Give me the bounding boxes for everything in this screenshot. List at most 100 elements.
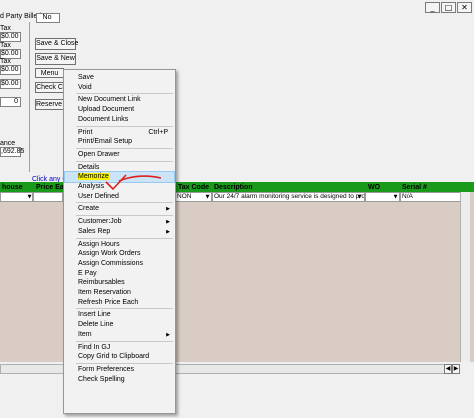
menu-item-label: Print — [78, 128, 93, 136]
window-controls: _ □ ✕ — [425, 2, 472, 13]
menu-item-label: Details — [78, 163, 100, 171]
scroll-right-icon[interactable]: ▶ — [452, 364, 460, 374]
dropdown-arrow-icon[interactable]: ▼ — [26, 193, 33, 201]
menu-item-item[interactable]: Item ▶ — [65, 330, 174, 340]
menu-separator — [76, 237, 173, 239]
tax-label: Tax — [0, 25, 11, 32]
title-bar — [0, 0, 474, 22]
menu-item-label: E Pay — [78, 269, 97, 277]
menu-item-e-pay[interactable]: E Pay — [65, 269, 174, 279]
column-header-wo[interactable]: WO — [366, 183, 380, 192]
menu-item-label: Check Spelling — [78, 375, 125, 383]
menu-item-delete-line[interactable]: Delete Line — [65, 320, 174, 330]
menu-separator — [76, 362, 173, 364]
column-header-tax-code[interactable]: Tax Code — [176, 183, 209, 192]
reserve-button[interactable]: Reserve I — [35, 99, 66, 110]
menu-item-label: Analysis — [78, 183, 105, 190]
save-close-button[interactable]: Save & Close — [35, 38, 78, 50]
tax-value: $0.00 — [0, 65, 21, 75]
dropdown-arrow-icon[interactable]: ▼ — [356, 193, 363, 201]
menu-item-label: New Document Link — [78, 96, 141, 104]
dropdown-arrow-icon[interactable]: ▼ — [392, 193, 399, 201]
column-header-serial[interactable]: Serial # — [400, 183, 427, 192]
menu-item-label: Assign Hours — [78, 240, 120, 248]
maximize-icon[interactable]: □ — [441, 2, 456, 13]
menu-item-label: Item — [78, 330, 92, 338]
menu-item-label: Print/Email Setup — [78, 138, 133, 146]
tax-value: $0.00 — [0, 32, 21, 42]
scroll-left-icon[interactable]: ◀ — [444, 364, 452, 374]
menu-item-void[interactable]: Void — [65, 83, 174, 93]
menu-item-label: Refresh Price Each — [78, 298, 139, 306]
menu-item-label: Sales Rep — [78, 227, 111, 235]
menu-item-new-document-link[interactable]: New Document Link — [65, 95, 174, 105]
dropdown-arrow-icon[interactable]: ▼ — [204, 193, 211, 201]
menu-separator — [76, 308, 173, 310]
close-icon[interactable]: ✕ — [457, 2, 472, 13]
menu-item-open-drawer[interactable]: Open Drawer — [65, 150, 174, 160]
menu-item-print[interactable]: Print Ctrl+P — [65, 128, 174, 138]
divider — [29, 22, 30, 172]
context-menu: Save Void New Document Link Upload Document… — [63, 69, 176, 414]
menu-separator — [76, 93, 173, 95]
menu-item-check-spelling[interactable]: Check Spelling — [65, 375, 174, 385]
menu-item-form-preferences[interactable]: Form Preferences — [65, 365, 174, 375]
menu-item-print-email-setup[interactable]: Print/Email Setup — [65, 137, 174, 147]
check-button[interactable]: Check C — [35, 82, 64, 93]
serial-cell[interactable]: N/A — [400, 192, 469, 202]
balance-label: ance — [0, 140, 16, 147]
balance-value: ,692.85 — [0, 147, 25, 157]
menu-separator — [76, 125, 173, 127]
annotation-checkmark — [105, 174, 162, 191]
minimize-icon[interactable]: _ — [425, 2, 440, 13]
menu-separator — [76, 160, 173, 162]
menu-item-user-defined[interactable]: User Defined — [65, 192, 174, 202]
total-value: $0.00 — [0, 79, 21, 89]
menu-item-label: Document Links — [78, 115, 129, 123]
menu-item-document-links[interactable]: Document Links — [65, 115, 174, 125]
menu-item-save[interactable]: Save — [65, 73, 174, 83]
menu-item-label: Open Drawer — [78, 150, 120, 158]
menu-item-label: Create — [78, 205, 100, 213]
menu-item-upload-document[interactable]: Upload Document — [65, 105, 174, 115]
misc-value: 0 — [0, 97, 21, 107]
menu-separator — [76, 147, 173, 149]
menu-item-label: Delete Line — [78, 321, 114, 329]
description-cell[interactable]: Our 24/7 alarm monitoring service is des… — [212, 192, 365, 202]
menu-item-label: Save — [78, 74, 94, 81]
menu-item-label: Upload Document — [78, 106, 135, 114]
menu-item-label: Reimbursables — [78, 279, 125, 287]
menu-item-create[interactable]: Create ▶ — [65, 204, 174, 214]
menu-item-label: Assign Work Orders — [78, 250, 141, 258]
menu-item-label: Void — [78, 83, 92, 91]
menu-item-label: User Defined — [78, 192, 119, 200]
menu-item-label: Copy Grid to Clipboard — [78, 353, 150, 361]
menu-item-assign-commissions[interactable]: Assign Commissions — [65, 259, 174, 269]
menu-item-find-in-gj[interactable]: Find In GJ — [65, 343, 174, 353]
menu-item-refresh-price-each[interactable]: Refresh Price Each — [65, 298, 174, 308]
vertical-scrollbar[interactable] — [460, 192, 470, 362]
menu-item-label: Customer:Job — [78, 218, 122, 226]
menu-item-label: Form Preferences — [78, 365, 135, 373]
submenu-arrow-icon: ▶ — [166, 219, 170, 226]
column-header-house[interactable]: house — [0, 183, 23, 192]
menu-item-insert-line[interactable]: Insert Line — [65, 310, 174, 320]
menu-item-item-reservation[interactable]: Item Reservation — [65, 288, 174, 298]
menu-item-assign-work-orders[interactable]: Assign Work Orders — [65, 249, 174, 259]
tax-label: Tax — [0, 58, 11, 65]
grid-cell[interactable] — [33, 192, 63, 202]
menu-item-shortcut: Ctrl+P — [148, 128, 168, 136]
menu-separator — [76, 340, 173, 342]
menu-item-reimbursables[interactable]: Reimbursables — [65, 278, 174, 288]
menu-item-label: Item Reservation — [78, 289, 131, 296]
save-new-button[interactable]: Save & New — [35, 53, 76, 65]
menu-item-copy-grid-to-clipboard[interactable]: Copy Grid to Clipboard — [65, 352, 174, 362]
menu-item-sales-rep[interactable]: Sales Rep ▶ — [65, 227, 174, 237]
column-header-description[interactable]: Description — [212, 183, 253, 192]
menu-item-assign-hours[interactable]: Assign Hours — [65, 240, 174, 250]
menu-item-customer-job[interactable]: Customer:Job ▶ — [65, 217, 174, 227]
menu-item-label: Insert Line — [78, 311, 111, 319]
menu-separator — [76, 215, 173, 217]
party-billed-field[interactable]: No — [36, 13, 60, 23]
menu-button[interactable]: Menu — [35, 68, 64, 78]
